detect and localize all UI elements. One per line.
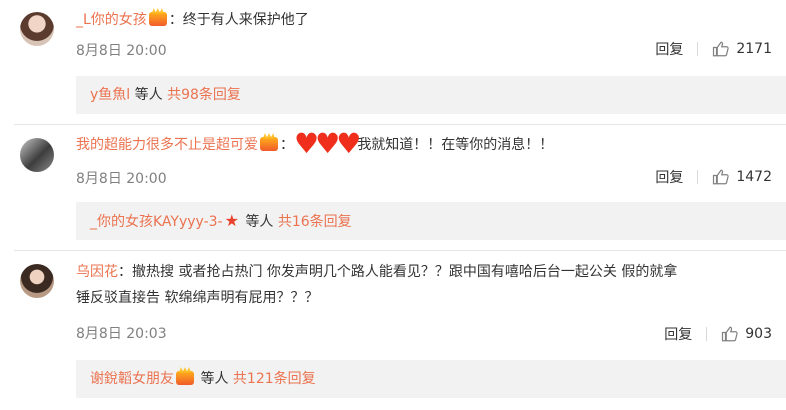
avatar[interactable]	[20, 12, 54, 46]
comment-username[interactable]: 我的超能力很多不止是超可爱	[76, 137, 258, 153]
thumbs-up-icon	[713, 169, 730, 185]
comment-text: ：终于有人来保护他了	[168, 12, 309, 28]
comment-divider	[14, 124, 786, 125]
comment-colon: ：	[280, 137, 294, 153]
comment-username[interactable]: _L你的女孩	[76, 12, 147, 28]
star-icon: ★	[224, 211, 239, 230]
thread-mid-text: 等人	[200, 371, 229, 387]
thread-user-link[interactable]: y鱼魚l	[90, 87, 130, 103]
avatar[interactable]	[20, 138, 54, 172]
thread-count-link[interactable]: 共121条回复	[233, 371, 316, 387]
comment-time: 8月8日 20:00	[76, 43, 167, 59]
like-button[interactable]: 2171	[712, 40, 772, 58]
reply-thread-bar[interactable]: y鱼魚l 等人 共98条回复	[76, 76, 786, 114]
action-divider	[697, 42, 699, 56]
thread-user-link[interactable]: _你的女孩KAYyyy-3-	[90, 214, 223, 230]
comment-time: 8月8日 20:00	[76, 171, 167, 187]
heart-emoji: ♥♥♥	[294, 127, 361, 160]
like-button[interactable]: 1472	[712, 168, 772, 186]
like-count: 903	[745, 326, 772, 342]
comment-time: 8月8日 20:03	[76, 326, 167, 342]
reply-button[interactable]: 回复	[655, 167, 683, 187]
thread-mid-text: 等人	[245, 214, 274, 230]
reply-thread-bar[interactable]: _你的女孩KAYyyy-3- ★ 等人 共16条回复	[76, 202, 786, 240]
thumbs-up-icon	[713, 41, 730, 57]
action-divider	[697, 170, 699, 184]
comment-divider	[14, 250, 786, 251]
like-button[interactable]: 903	[721, 325, 772, 343]
thumbs-up-icon	[722, 326, 738, 342]
like-count: 1472	[736, 169, 772, 185]
thread-count-link[interactable]: 共16条回复	[278, 214, 352, 230]
crown-badge-icon	[260, 137, 278, 151]
reply-button[interactable]: 回复	[664, 324, 692, 344]
like-count: 2171	[736, 41, 772, 57]
thread-mid-text: 等人	[134, 87, 163, 103]
reply-button[interactable]: 回复	[655, 39, 683, 59]
comment-username[interactable]: 乌因花	[76, 264, 118, 280]
reply-thread-bar[interactable]: 谢銳韜女朋友 等人 共121条回复	[76, 360, 786, 398]
comment-text: 我就知道！！在等你的消息！！	[357, 137, 554, 153]
action-divider	[706, 327, 708, 341]
comment-text-line2: 锤反驳直接告 软绵绵声明有屁用？？？	[76, 290, 319, 306]
thread-count-link[interactable]: 共98条回复	[167, 87, 241, 103]
avatar[interactable]	[20, 264, 54, 298]
thread-user-link[interactable]: 谢銳韜女朋友	[90, 371, 174, 387]
comment-text-line1: ：撤热搜 或者抢占热门 你发声明几个路人能看见？？跟中国有嘻哈后台一起公关 假的…	[118, 264, 678, 280]
crown-badge-icon	[176, 371, 194, 385]
crown-badge-icon	[148, 12, 167, 26]
